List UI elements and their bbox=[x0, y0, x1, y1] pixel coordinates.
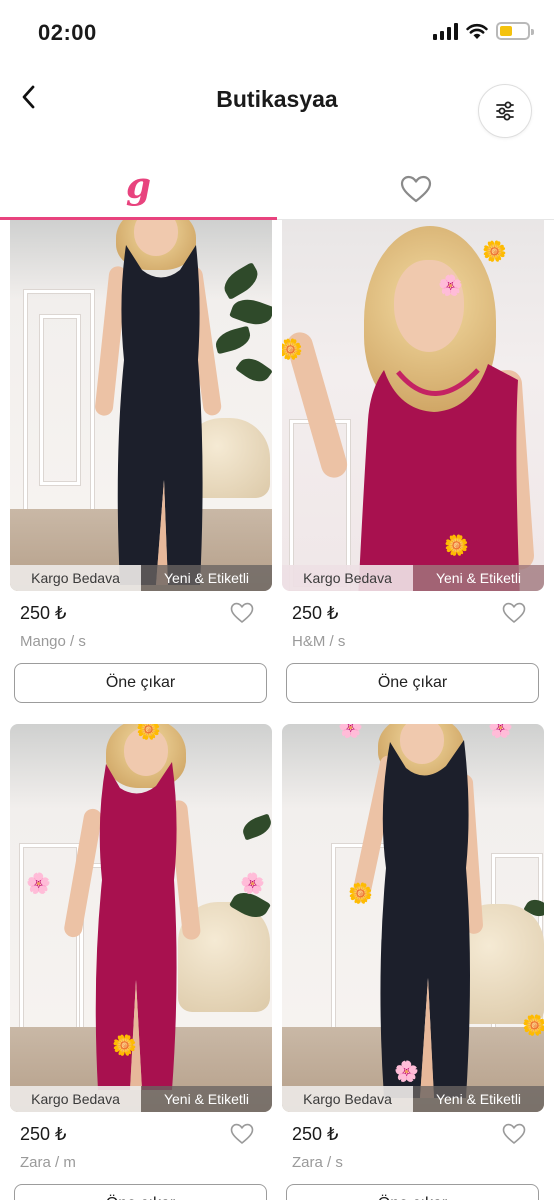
promote-button[interactable]: Öne çıkar bbox=[14, 1184, 267, 1200]
dress-shape bbox=[380, 740, 470, 1098]
sliders-icon bbox=[496, 101, 514, 121]
heart-outline-icon bbox=[400, 175, 431, 202]
product-badges: Kargo Bedava Yeni & Etiketli bbox=[282, 1086, 544, 1112]
badge-free-shipping: Kargo Bedava bbox=[282, 1086, 413, 1112]
heart-outline-icon[interactable] bbox=[230, 1123, 254, 1145]
product-price: 250 ₺ bbox=[292, 1124, 339, 1144]
product-brand-size: H&M / s bbox=[292, 633, 346, 650]
heart-outline-icon[interactable] bbox=[502, 602, 526, 624]
header: Butikasyaa bbox=[0, 64, 554, 154]
product-brand-size: Mango / s bbox=[20, 633, 86, 650]
promote-button[interactable]: Öne çıkar bbox=[286, 663, 539, 703]
product-image[interactable]: 🌸 🌸 🌼 🌼 🌸 Kargo Bedava Yeni & Etiketli bbox=[282, 724, 544, 1112]
page-title: Butikasyaa bbox=[216, 86, 338, 112]
signal-icon bbox=[433, 22, 458, 40]
heart-outline-icon[interactable] bbox=[230, 602, 254, 624]
product-image[interactable]: 🌼 🌸 🌼 🌼 Kargo Bedava Yeni & Etiketli bbox=[282, 220, 544, 591]
product-brand-size: Zara / s bbox=[292, 1154, 343, 1171]
badge-free-shipping: Kargo Bedava bbox=[10, 565, 141, 591]
product-badges: Kargo Bedava Yeni & Etiketli bbox=[10, 565, 272, 591]
product-brand-size: Zara / m bbox=[20, 1154, 76, 1171]
filter-button[interactable] bbox=[478, 84, 532, 138]
promote-button[interactable]: Öne çıkar bbox=[286, 1184, 539, 1200]
status-indicators bbox=[433, 22, 534, 40]
product-price: 250 ₺ bbox=[20, 603, 67, 623]
dress-shape bbox=[95, 762, 177, 1090]
status-time: 02:00 bbox=[38, 20, 97, 45]
dress-shape bbox=[358, 364, 520, 591]
tab-bar: g bbox=[0, 158, 554, 220]
product-image[interactable]: 🌼 🌸 🌸 🌼 Kargo Bedava Yeni & Etiketli bbox=[10, 724, 272, 1112]
product-badges: Kargo Bedava Yeni & Etiketli bbox=[10, 1086, 272, 1112]
heart-outline-icon[interactable] bbox=[502, 1123, 526, 1145]
battery-icon bbox=[496, 22, 534, 40]
product-badges: Kargo Bedava Yeni & Etiketli bbox=[282, 565, 544, 591]
status-bar: 02:00 bbox=[0, 0, 554, 64]
product-image[interactable]: Kargo Bedava Yeni & Etiketli bbox=[10, 220, 272, 591]
product-price: 250 ₺ bbox=[292, 603, 339, 623]
promote-button[interactable]: Öne çıkar bbox=[14, 663, 267, 703]
badge-new-with-tags: Yeni & Etiketli bbox=[141, 565, 272, 591]
dress-shape bbox=[117, 245, 203, 585]
badge-new-with-tags: Yeni & Etiketli bbox=[413, 1086, 544, 1112]
badge-free-shipping: Kargo Bedava bbox=[282, 565, 413, 591]
badge-new-with-tags: Yeni & Etiketli bbox=[413, 565, 544, 591]
badge-new-with-tags: Yeni & Etiketli bbox=[141, 1086, 272, 1112]
tab-favorites[interactable] bbox=[277, 158, 554, 219]
badge-free-shipping: Kargo Bedava bbox=[10, 1086, 141, 1112]
tab-listings[interactable]: g bbox=[0, 158, 277, 220]
product-price: 250 ₺ bbox=[20, 1124, 67, 1144]
wifi-icon bbox=[466, 23, 488, 39]
brand-g-icon: g bbox=[125, 164, 152, 207]
